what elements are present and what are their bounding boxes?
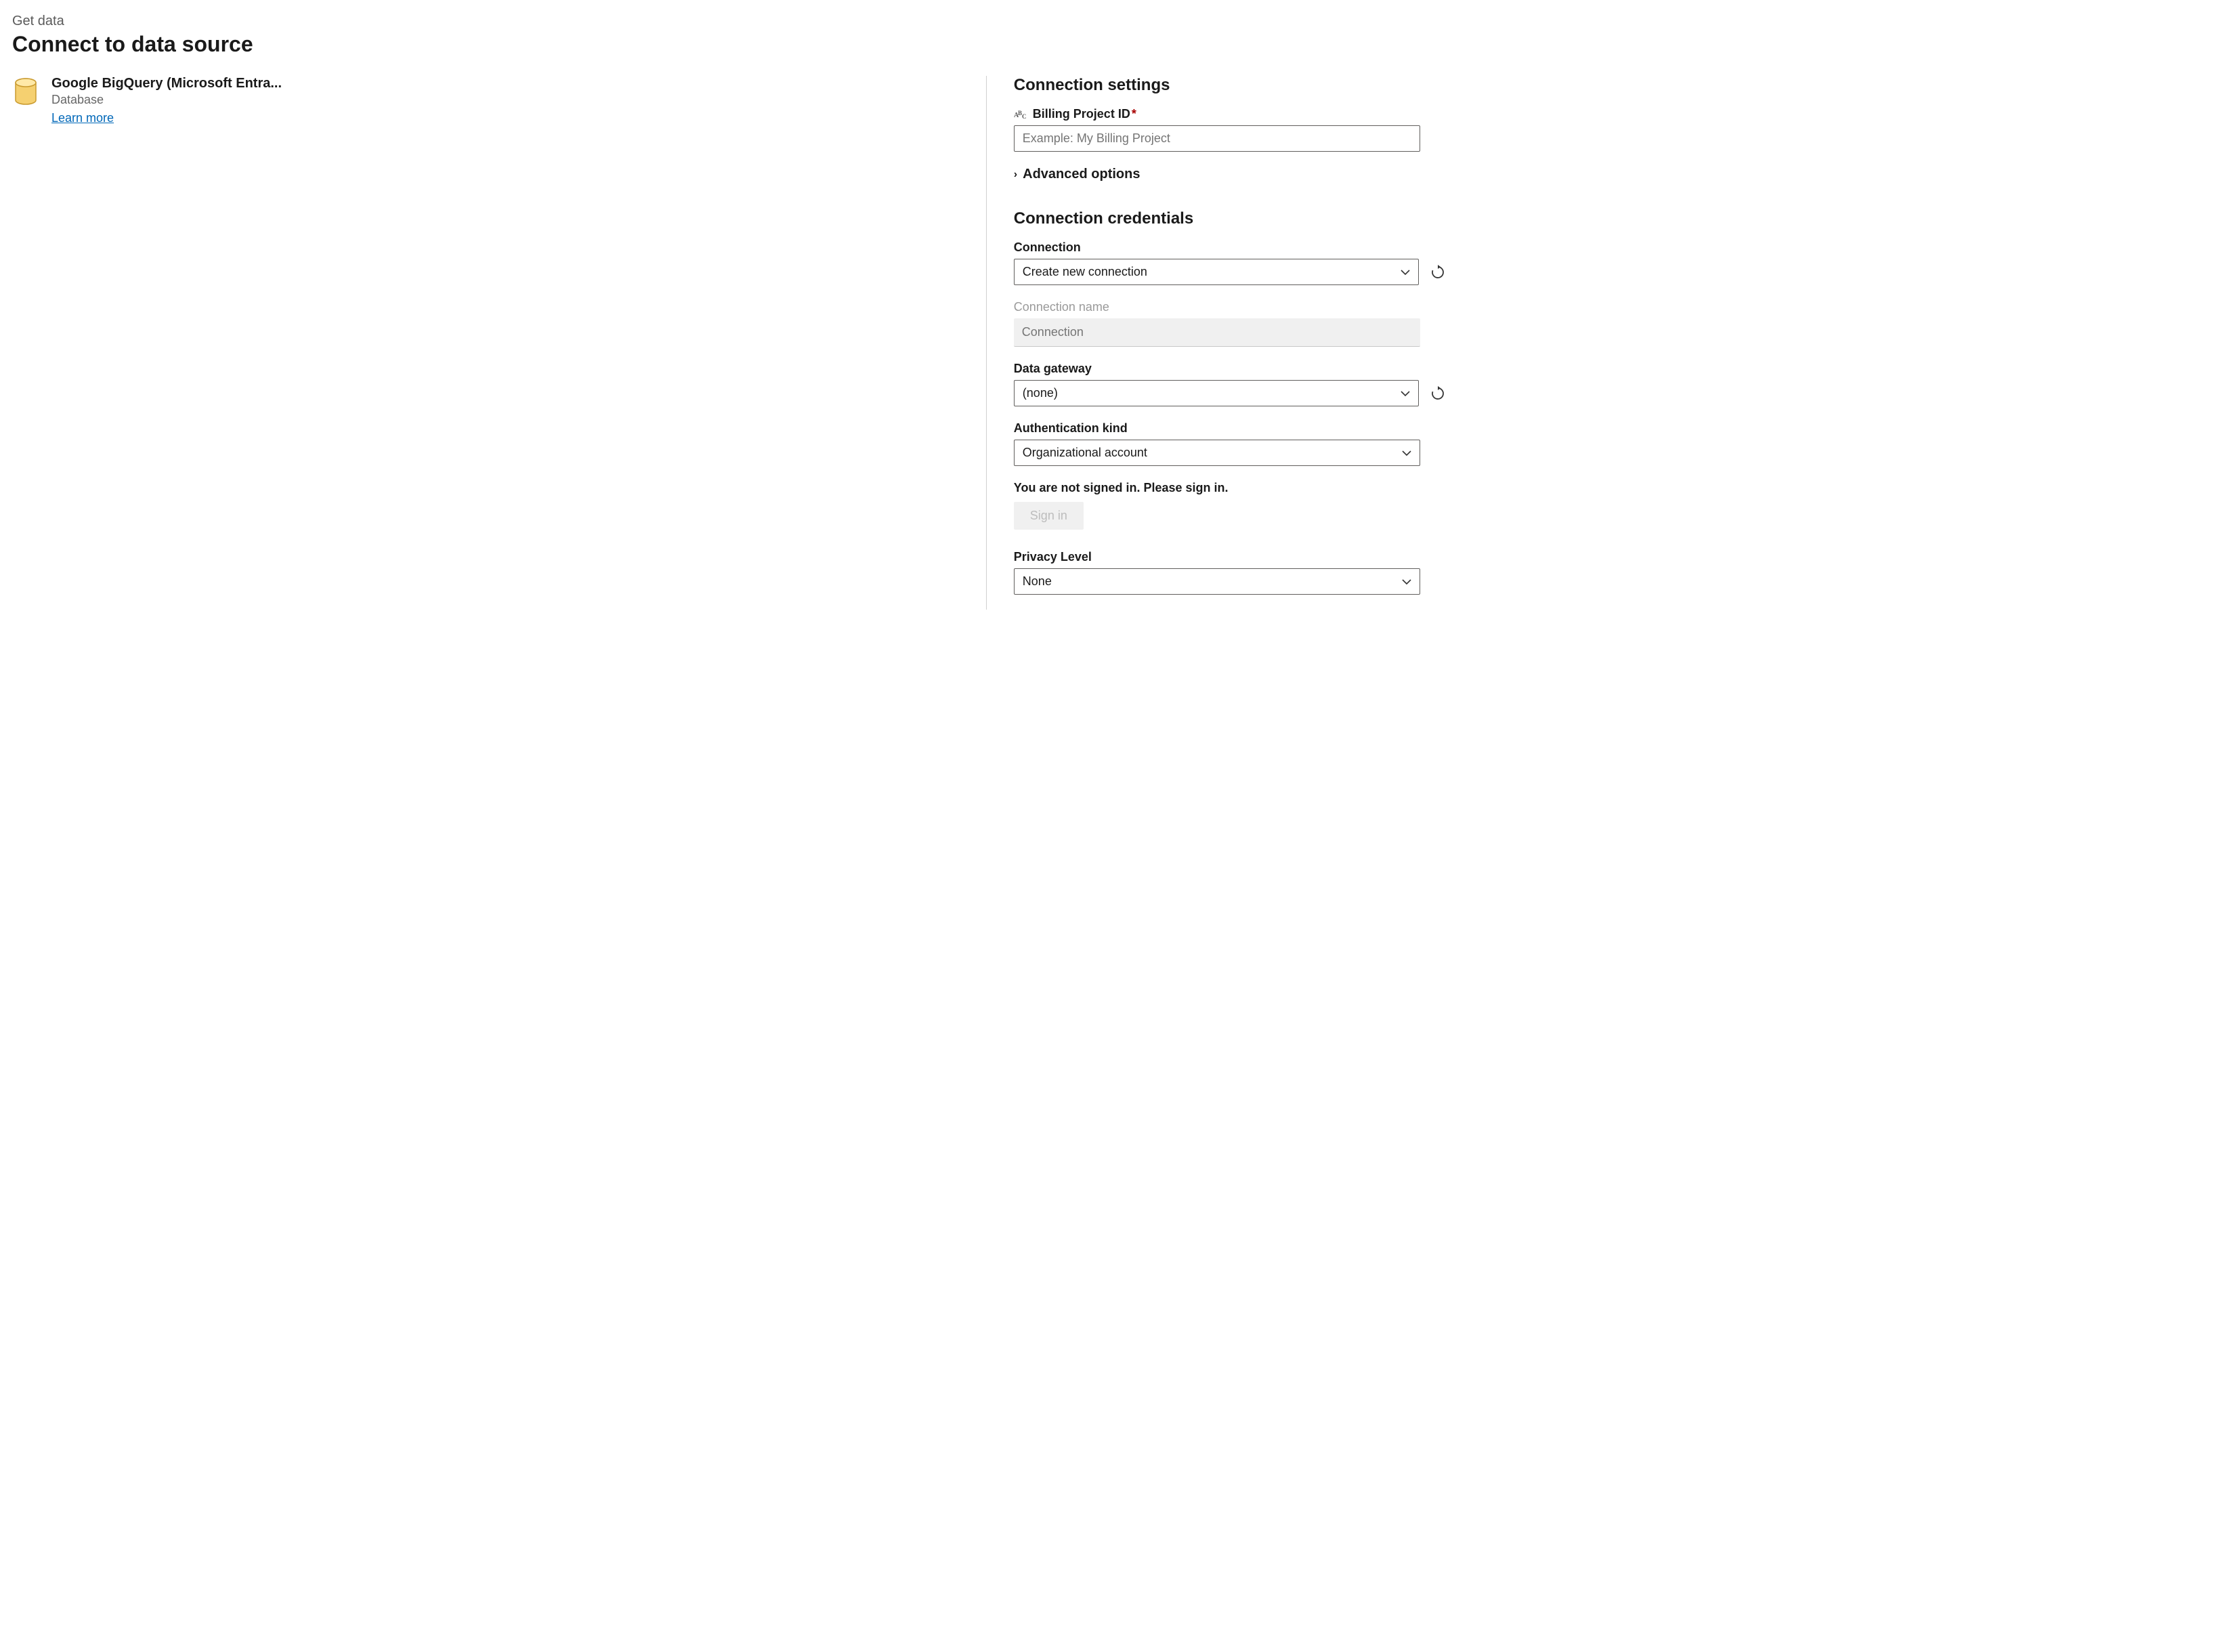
- advanced-options-toggle[interactable]: › Advanced options: [1014, 167, 2220, 182]
- auth-kind-label: Authentication kind: [1014, 421, 2220, 436]
- svg-text:C: C: [1022, 113, 1027, 120]
- chevron-down-icon: [1402, 576, 1411, 587]
- privacy-level-label: Privacy Level: [1014, 550, 2220, 564]
- connection-credentials-heading: Connection credentials: [1014, 209, 2220, 228]
- source-category: Database: [51, 93, 282, 107]
- page-title: Connect to data source: [12, 32, 2227, 57]
- data-gateway-label: Data gateway: [1014, 362, 2220, 376]
- privacy-level-select[interactable]: None: [1014, 568, 1420, 595]
- billing-project-label: A B C Billing Project ID*: [1014, 107, 2220, 121]
- data-gateway-select[interactable]: (none): [1014, 380, 1419, 406]
- source-title: Google BigQuery (Microsoft Entra...: [51, 76, 282, 91]
- database-icon: [12, 76, 39, 108]
- refresh-connection-button[interactable]: [1428, 263, 1447, 282]
- breadcrumb: Get data: [12, 14, 2227, 29]
- billing-project-input[interactable]: [1014, 125, 1420, 152]
- connection-label: Connection: [1014, 240, 2220, 255]
- connection-select[interactable]: Create new connection: [1014, 259, 1419, 285]
- signin-button[interactable]: Sign in: [1014, 502, 1084, 530]
- signin-status-message: You are not signed in. Please sign in.: [1014, 481, 2220, 495]
- connection-name-input: [1014, 318, 1420, 347]
- connection-settings-heading: Connection settings: [1014, 76, 2220, 95]
- connection-name-label: Connection name: [1014, 300, 2220, 314]
- chevron-down-icon: [1401, 388, 1410, 399]
- chevron-right-icon: ›: [1014, 169, 1017, 181]
- text-type-icon: A B C: [1014, 109, 1027, 120]
- data-source-card: Google BigQuery (Microsoft Entra... Data…: [12, 76, 973, 125]
- learn-more-link[interactable]: Learn more: [51, 111, 114, 125]
- required-indicator: *: [1132, 107, 1136, 121]
- chevron-down-icon: [1401, 267, 1410, 278]
- auth-kind-select[interactable]: Organizational account: [1014, 440, 1420, 466]
- refresh-gateway-button[interactable]: [1428, 384, 1447, 403]
- chevron-down-icon: [1402, 448, 1411, 459]
